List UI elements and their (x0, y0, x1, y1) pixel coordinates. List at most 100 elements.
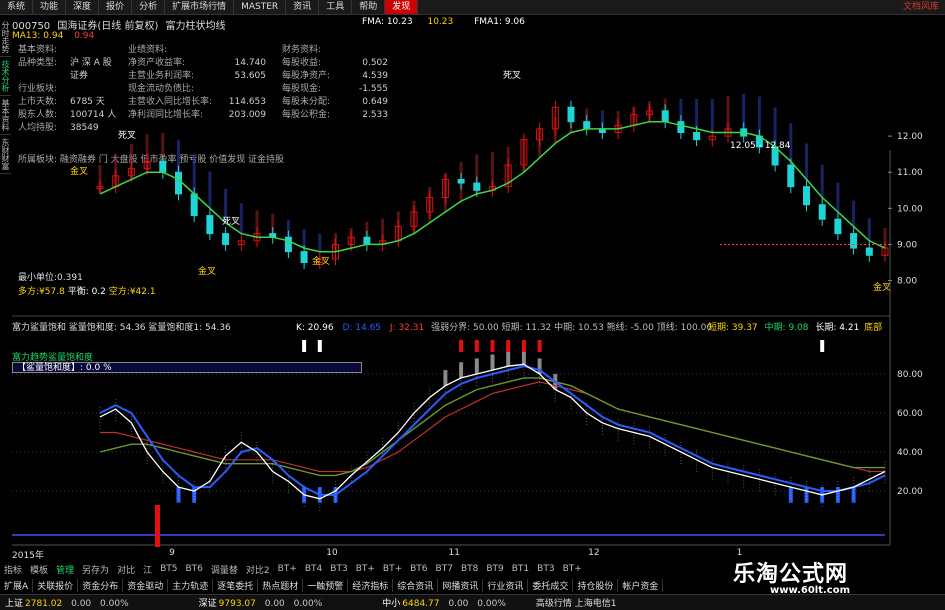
candle-body (583, 121, 591, 130)
price-axis-tick: 9.00 (897, 240, 917, 250)
toolbar-item-7[interactable]: BT6 (182, 564, 207, 574)
kdj-j: J: 32.31 (389, 323, 425, 333)
osc-hist-top (317, 340, 322, 352)
toolbar-item-1[interactable]: 模板 (26, 563, 52, 576)
toolbar-item-6[interactable]: BT5 (156, 564, 181, 574)
osc-hist-blue (835, 487, 840, 503)
osc-hist-top (490, 340, 495, 352)
candle-body (175, 171, 182, 195)
candle-body (206, 215, 214, 235)
toolbar-item-21[interactable]: BT+ (559, 564, 586, 574)
osc-axis-tick: 20.00 (897, 487, 923, 497)
osc-red-spike (155, 505, 160, 547)
candle-body (661, 110, 669, 123)
toolbar-item-15[interactable]: BT6 (406, 564, 431, 574)
death-cross-label-3: 死叉 (503, 70, 521, 81)
osc-red-line (100, 381, 885, 473)
status-sh[interactable]: 上证 2781.02 0.00 0.00% (0, 596, 134, 609)
price-chart-svg[interactable]: 死叉金叉死叉金叉金叉死叉金叉12.05 - 12.8412.0011.0010.… (0, 0, 945, 609)
osc-hist-grey (474, 358, 479, 374)
osc-hist-grey (506, 350, 511, 367)
toolbar-item-16[interactable]: BT7 (432, 564, 457, 574)
func-item-6[interactable]: 热点题材 (258, 578, 304, 592)
toolbar-item-17[interactable]: BT8 (457, 564, 482, 574)
func-item-14[interactable]: 帐户资金 (618, 578, 664, 592)
osc-hist-top (537, 340, 542, 352)
osc-hist-grey (490, 354, 495, 371)
price-axis-tick: 11.00 (897, 168, 923, 178)
toolbar-item-9[interactable]: 对比2 (242, 563, 274, 576)
toolbar-item-19[interactable]: BT1 (508, 564, 533, 574)
toolbar-item-10[interactable]: BT+ (274, 564, 301, 574)
toolbar-item-2[interactable]: 管理 (52, 563, 78, 576)
func-item-12[interactable]: 委托成交 (528, 578, 574, 592)
toolbar-item-12[interactable]: BT3 (326, 564, 351, 574)
date-axis-tick: 9 (169, 548, 175, 558)
toolbar-item-3[interactable]: 另存为 (78, 563, 113, 576)
term-bottom: 底部 (864, 323, 883, 333)
candle-body (834, 218, 842, 235)
func-item-5[interactable]: 逐笔委托 (213, 578, 259, 592)
toolbar-item-8[interactable]: 调量替 (207, 563, 242, 576)
golden-cross-label-3: 金叉 (312, 255, 330, 267)
golden-cross-label-4: 金叉 (873, 281, 891, 293)
func-item-10[interactable]: 网播资讯 (438, 578, 484, 592)
osc-hist-top (521, 340, 526, 352)
osc-axis-tick: 80.00 (897, 370, 923, 380)
func-item-0[interactable]: 扩展A (0, 578, 34, 592)
func-item-3[interactable]: 资金驱动 (123, 578, 169, 592)
indicator-row-right: K: 20.96 D: 14.65 J: 32.31 强弱分界: 50.00 短… (296, 320, 712, 333)
candle-body (363, 236, 371, 245)
candle-body (693, 132, 701, 141)
status-zx[interactable]: 中小 6484.77 0.00 0.00% (377, 596, 511, 609)
death-cross-label-1: 死叉 (118, 130, 136, 141)
indicator-terms: 短期: 39.37 中期: 9.08 长期: 4.21 底部 (708, 320, 882, 333)
candle-body (865, 247, 873, 256)
func-item-9[interactable]: 综合资讯 (393, 578, 439, 592)
osc-hist-top (474, 340, 479, 352)
date-axis-tick: 10 (326, 548, 338, 558)
toolbar-item-11[interactable]: BT4 (301, 564, 326, 574)
candle-body (300, 251, 308, 264)
toolbar-item-13[interactable]: BT+ (352, 564, 379, 574)
candle-body (850, 233, 858, 249)
toolbar-item-18[interactable]: BT9 (482, 564, 507, 574)
price-axis-tick: 8.00 (897, 277, 917, 287)
candle-body (159, 160, 167, 173)
status-bar: 上证 2781.02 0.00 0.00% 深证 9793.07 0.00 0.00… (0, 594, 945, 610)
oscillator-readout-box: 【鲨量饱和度】: 0.0 % (12, 362, 362, 373)
term-long: 长期: 4.21 (815, 323, 860, 333)
price-range-label: 12.05 - 12.84 (730, 141, 791, 151)
price-axis-tick: 10.00 (897, 204, 923, 214)
osc-hist-grey (443, 370, 448, 386)
candle-body (190, 193, 198, 217)
status-tail: 高级行情 上海电信1 (535, 599, 617, 609)
golden-cross-label-1: 金叉 (70, 165, 88, 177)
candle-body (787, 164, 795, 188)
func-item-11[interactable]: 行业资讯 (483, 578, 529, 592)
indicator-mid: 强弱分界: 50.00 短期: 11.32 中期: 10.53 熊线: -5.0… (431, 323, 713, 333)
death-cross-label-2: 死叉 (222, 216, 240, 227)
osc-hist-top (302, 340, 307, 352)
osc-hist-blue (804, 487, 809, 503)
date-axis-tick: 12 (588, 548, 600, 558)
toolbar-item-20[interactable]: BT3 (533, 564, 558, 574)
golden-cross-label-2: 金叉 (198, 265, 216, 277)
candle-body (803, 186, 810, 206)
func-item-4[interactable]: 主力轨迹 (168, 578, 214, 592)
func-item-13[interactable]: 持仓股份 (573, 578, 619, 592)
candle-body (677, 121, 685, 133)
status-sz[interactable]: 深证 9793.07 0.00 0.00% (194, 596, 328, 609)
osc-axis-tick: 60.00 (897, 409, 923, 419)
toolbar-item-5[interactable]: 江 (139, 563, 156, 576)
toolbar-item-4[interactable]: 对比 (113, 563, 139, 576)
func-item-2[interactable]: 资金分布 (78, 578, 124, 592)
func-item-7[interactable]: 一触预警 (303, 578, 349, 592)
toolbar-item-14[interactable]: BT+ (379, 564, 406, 574)
func-item-1[interactable]: 关联报价 (33, 578, 79, 592)
osc-hist-top (506, 340, 511, 352)
func-item-8[interactable]: 经济指标 (348, 578, 394, 592)
candle-body (284, 236, 292, 253)
osc-hist-top (459, 340, 464, 352)
toolbar-item-0[interactable]: 指标 (0, 563, 26, 576)
